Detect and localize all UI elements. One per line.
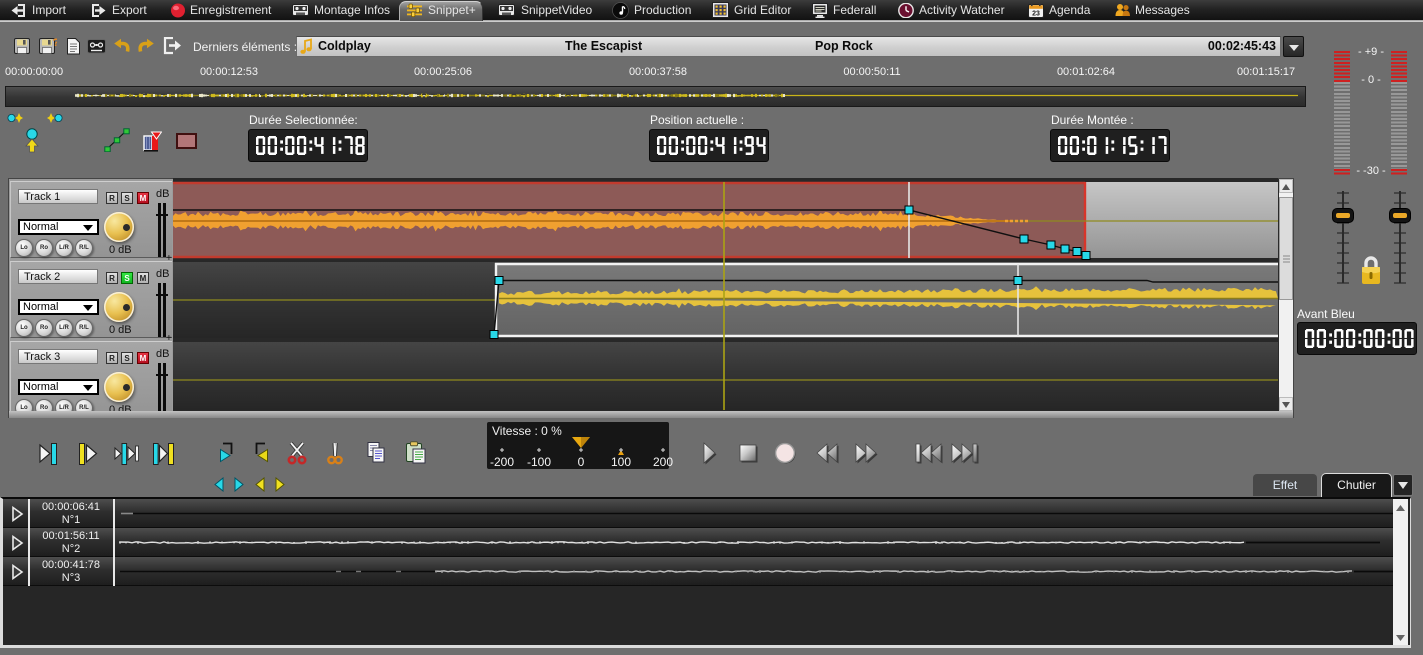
svg-text:23: 23 (1032, 11, 1040, 18)
svg-text:?: ? (53, 38, 58, 49)
